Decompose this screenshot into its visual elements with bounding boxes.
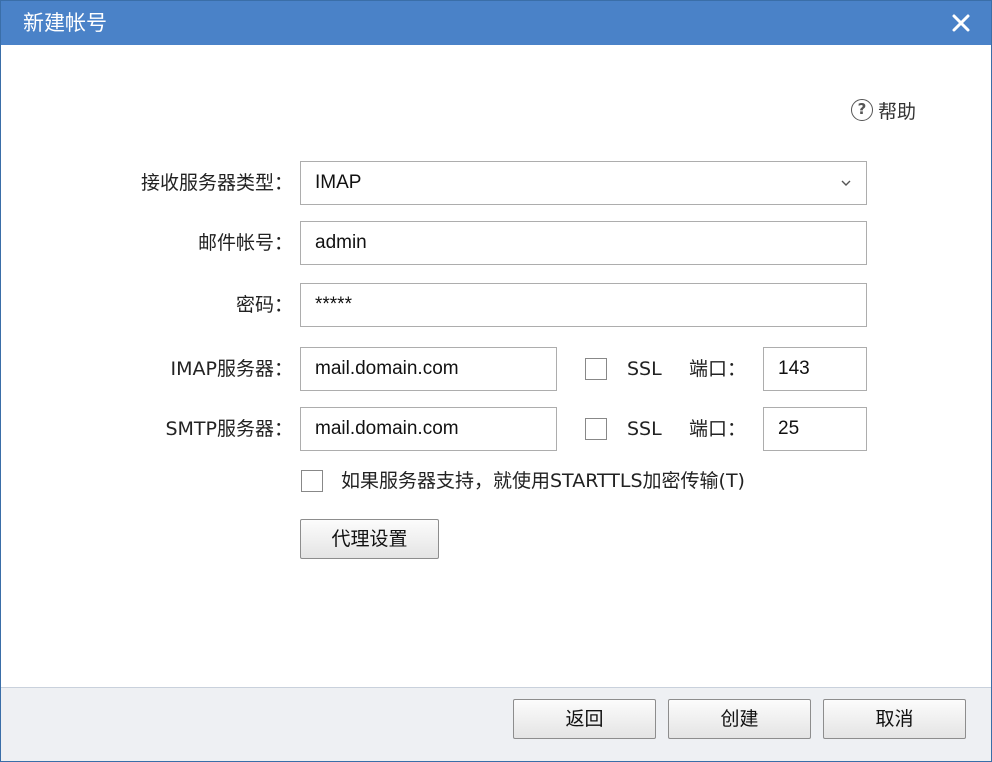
cancel-button[interactable]: 取消: [823, 699, 966, 739]
new-account-dialog: 新建帐号 ? 帮助 接收服务器类型： IMAP 邮件帐号： admin 密码： …: [0, 0, 992, 762]
imap-server-input[interactable]: mail.domain.com: [300, 347, 557, 391]
close-icon[interactable]: [945, 7, 977, 39]
starttls-label[interactable]: 如果服务器支持，就使用STARTTLS加密传输(T): [341, 459, 745, 503]
email-account-input[interactable]: admin: [300, 221, 867, 265]
smtp-ssl-label: SSL: [627, 418, 662, 440]
smtp-port-label: 端口：: [689, 418, 747, 440]
back-button[interactable]: 返回: [513, 699, 656, 739]
server-type-label: 接收服务器类型：: [140, 172, 293, 194]
title-bar: 新建帐号: [1, 1, 991, 45]
password-input[interactable]: *****: [300, 283, 867, 327]
chevron-down-icon: [840, 162, 852, 221]
imap-port-label: 端口：: [689, 358, 747, 380]
smtp-server-input[interactable]: mail.domain.com: [300, 407, 557, 451]
dialog-title: 新建帐号: [23, 11, 107, 35]
server-type-select[interactable]: IMAP: [300, 161, 867, 205]
proxy-settings-button[interactable]: 代理设置: [300, 519, 439, 559]
smtp-port-input[interactable]: 25: [763, 407, 867, 451]
email-account-label: 邮件帐号：: [197, 232, 293, 254]
dialog-footer: 返回 创建 取消: [1, 687, 991, 761]
imap-ssl-checkbox[interactable]: [585, 358, 607, 380]
imap-server-label: IMAP服务器：: [170, 358, 293, 380]
create-button[interactable]: 创建: [668, 699, 811, 739]
help-link[interactable]: ? 帮助: [851, 96, 916, 124]
smtp-server-label: SMTP服务器：: [165, 418, 293, 440]
help-label: 帮助: [878, 100, 917, 123]
server-type-value: IMAP: [315, 172, 362, 193]
imap-port-input[interactable]: 143: [763, 347, 867, 391]
starttls-checkbox[interactable]: [301, 470, 323, 492]
password-label: 密码：: [235, 294, 293, 316]
smtp-ssl-checkbox[interactable]: [585, 418, 607, 440]
question-circle-icon: ?: [851, 99, 873, 121]
imap-ssl-label: SSL: [627, 358, 662, 380]
